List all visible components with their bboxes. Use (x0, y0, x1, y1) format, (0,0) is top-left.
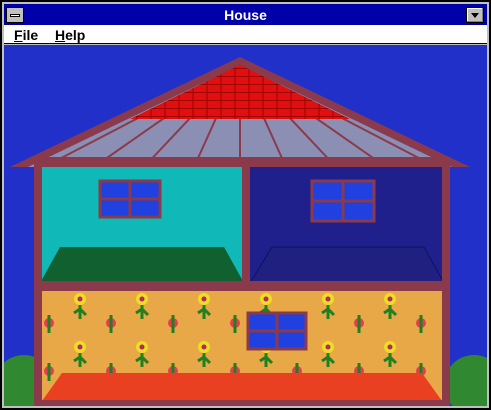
room-upper-left-floor (40, 247, 244, 283)
house-window: House File Help (0, 0, 491, 410)
menu-file[interactable]: File (14, 27, 38, 43)
foundation (34, 400, 450, 406)
house-illustration (4, 45, 487, 406)
menu-bar: File Help (4, 25, 487, 44)
post-middle (242, 167, 250, 283)
ground-floor-rug (42, 373, 442, 401)
title-bar[interactable]: House (4, 4, 487, 25)
menu-help[interactable]: Help (55, 27, 85, 43)
house-canvas[interactable] (4, 45, 487, 406)
floor-beam (34, 281, 450, 291)
window-title: House (224, 7, 267, 23)
minimize-arrow-icon[interactable] (466, 7, 484, 23)
room-upper-right-floor (249, 246, 445, 284)
eave-beam (34, 157, 450, 167)
